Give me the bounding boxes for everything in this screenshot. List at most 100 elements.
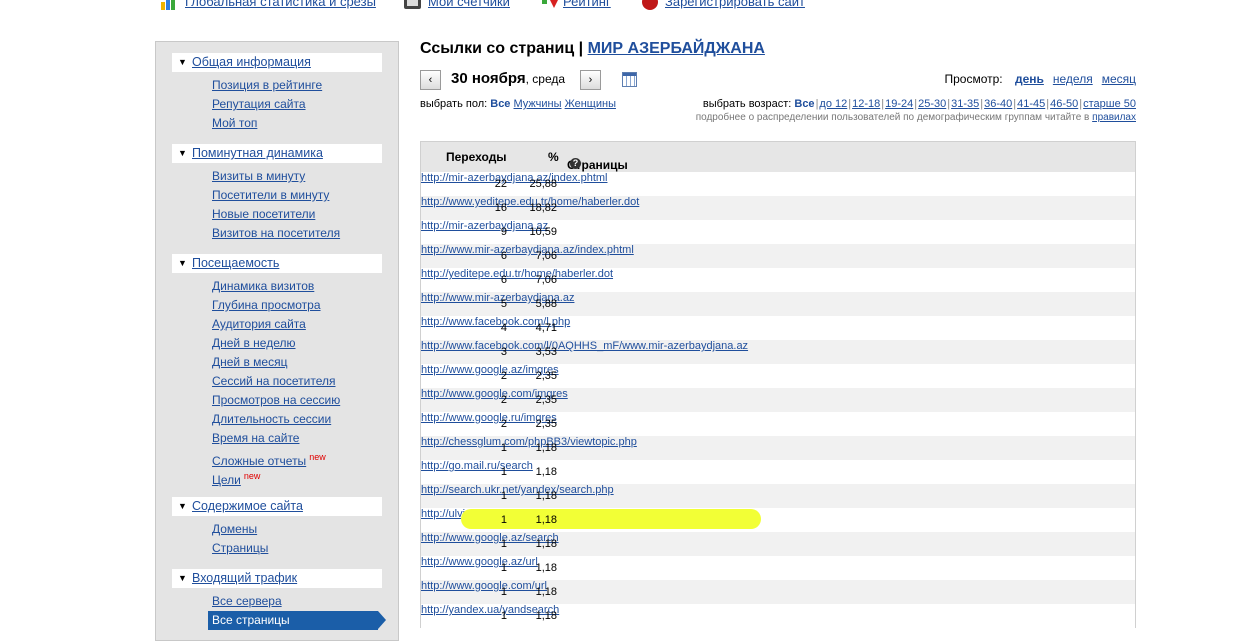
gender-option[interactable]: Все [490,98,510,110]
page-url-link[interactable]: http://search.ukr.net/yandex/search.php [421,484,614,496]
page-url-link[interactable]: http://chessglum.com/phpBB3/viewtopic.ph… [421,436,637,448]
sidebar-item-label[interactable]: Новые посетители [212,207,315,221]
visits-cell: 1 [500,466,507,478]
header-percent[interactable]: % [548,150,559,164]
sidebar-item-label[interactable]: Все страницы [212,613,290,627]
next-day-button[interactable]: › [580,70,601,90]
sidebar-item[interactable]: Репутация сайта [212,95,382,114]
sidebar-item[interactable]: Цели new [212,467,382,487]
nav-rating[interactable]: Рейтинг [563,0,611,9]
page-url-link[interactable]: http://go.mail.ru/search [421,460,533,472]
calendar-icon[interactable] [622,72,637,87]
sidebar-item-label[interactable]: Позиция в рейтинге [212,78,322,92]
sidebar-item-label[interactable]: Визитов на посетителя [212,226,340,240]
sidebar-item[interactable]: Мой топ [212,114,382,133]
sidebar-item-label[interactable]: Дней в месяц [212,355,287,369]
page-url-link[interactable]: http://yeditepe.edu.tr/home/haberler.dot [421,268,613,280]
sidebar-section-header[interactable]: ▼ Посещаемость [172,254,382,273]
sidebar-section-header[interactable]: ▼ Поминутная динамика [172,144,382,163]
sidebar-item-label[interactable]: Посетители в минуту [212,188,329,202]
sidebar-item[interactable]: Глубина просмотра [212,296,382,315]
table-row: 6 7,06 http://yeditepe.edu.tr/home/haberle… [421,268,1135,292]
sidebar-item-label[interactable]: Аудитория сайта [212,317,306,331]
gender-option[interactable]: Мужчины [514,98,562,110]
sidebar-item-label[interactable]: Сессий на посетителя [212,374,336,388]
age-option[interactable]: Все [794,98,814,110]
sidebar-item-label[interactable]: Длительность сессии [212,412,331,426]
sidebar-item[interactable]: Дней в неделю [212,334,382,353]
sidebar-item-label[interactable]: Мой топ [212,116,257,130]
sidebar-item-label[interactable]: Просмотров на сессию [212,393,340,407]
view-option[interactable]: неделя [1053,72,1093,86]
sidebar-section-title[interactable]: Входящий трафик [192,569,297,588]
age-option[interactable]: 31-35 [951,98,979,110]
table-row: 1 1,18 http://search.ukr.net/yandex/search… [421,484,1135,508]
sidebar-item-label[interactable]: Страницы [212,541,268,555]
sidebar-section-title[interactable]: Содержимое сайта [192,497,303,516]
sidebar-item-label[interactable]: Визиты в минуту [212,169,305,183]
sidebar-item[interactable]: Дней в месяц [212,353,382,372]
sidebar-item-label[interactable]: Цели [212,473,241,487]
nav-register-site[interactable]: Зарегистрировать сайт [665,0,805,9]
sidebar-item[interactable]: Визитов на посетителя [212,224,382,243]
gender-option[interactable]: Женщины [565,98,616,110]
page-url-link[interactable]: http://www.google.com/url [421,580,547,592]
sidebar-item[interactable]: Страницы [212,539,382,558]
age-option[interactable]: 19-24 [885,98,913,110]
sidebar-item-label[interactable]: Глубина просмотра [212,298,321,312]
rules-link[interactable]: правилах [1092,112,1136,123]
sidebar-item[interactable]: Все сервера [212,592,382,611]
sidebar-item[interactable]: Визиты в минуту [212,167,382,186]
sidebar-section-title[interactable]: Поминутная динамика [192,144,323,163]
nav-my-counters[interactable]: Мои счетчики [428,0,510,9]
age-option[interactable]: 46-50 [1050,98,1078,110]
sidebar-item[interactable]: Время на сайте [212,429,382,448]
sidebar-section-header[interactable]: ▼ Входящий трафик [172,569,382,588]
help-icon[interactable]: ? [570,158,581,169]
page-url-link[interactable]: http://www.facebook.com/l/0AQHHS_mF/www.… [421,340,748,352]
sidebar-item-label[interactable]: Домены [212,522,257,536]
sidebar-item[interactable]: Домены [212,520,382,539]
age-option[interactable]: до 12 [819,98,847,110]
sidebar-item-label[interactable]: Все сервера [212,594,282,608]
age-option[interactable]: 25-30 [918,98,946,110]
sidebar-item-label[interactable]: Сложные отчеты [212,454,306,468]
sidebar-item[interactable]: Сессий на посетителя [212,372,382,391]
percent-cell: 2,35 [535,370,557,382]
sidebar-item[interactable]: Сложные отчеты new [212,448,382,468]
visits-cell: 5 [500,298,507,310]
sidebar-item[interactable]: Посетители в минуту [212,186,382,205]
sidebar-item-label[interactable]: Время на сайте [212,431,299,445]
sidebar-item-label[interactable]: Дней в неделю [212,336,296,350]
age-option[interactable]: 41-45 [1017,98,1045,110]
view-option[interactable]: месяц [1102,72,1136,86]
view-switcher: Просмотр: день неделя месяц [944,72,1136,86]
sidebar-item[interactable]: Позиция в рейтинге [212,76,382,95]
view-option[interactable]: день [1015,72,1044,86]
sidebar-item[interactable]: Все страницы [208,611,386,630]
sidebar-item[interactable]: Динамика визитов [212,277,382,296]
page-url-link[interactable]: http://mir-azerbaydjana.az/index.phtml [421,172,607,184]
sidebar-item[interactable]: Аудитория сайта [212,315,382,334]
sidebar-section-title[interactable]: Посещаемость [192,254,279,273]
sidebar-item-label[interactable]: Динамика визитов [212,279,314,293]
view-label: Просмотр: [944,72,1003,86]
sidebar-item[interactable]: Длительность сессии [212,410,382,429]
prev-day-button[interactable]: ‹ [420,70,441,90]
sidebar-section-header[interactable]: ▼ Общая информация [172,53,382,72]
site-name-link[interactable]: МИР АЗЕРБАЙДЖАНА [588,40,765,57]
header-visits[interactable]: Переходы [446,150,507,164]
sidebar-item-label[interactable]: Репутация сайта [212,97,306,111]
age-option[interactable]: 36-40 [984,98,1012,110]
page-url-link[interactable]: http://www.mir-azerbaydjana.az/index.pht… [421,244,634,256]
age-option[interactable]: старше 50 [1083,98,1136,110]
age-option[interactable]: 12-18 [852,98,880,110]
nav-global-stats[interactable]: Глобальная статистика и срезы [185,0,376,9]
sidebar-section-title[interactable]: Общая информация [192,53,311,72]
sidebar-section-header[interactable]: ▼ Содержимое сайта [172,497,382,516]
page-url-link[interactable]: http://www.google.az/url [421,556,538,568]
triangle-down-icon: ▼ [178,148,187,158]
sidebar-item[interactable]: Новые посетители [212,205,382,224]
table-body: 22 25,88 http://mir-azerbaydjana.az/index.… [421,172,1135,628]
sidebar-item[interactable]: Просмотров на сессию [212,391,382,410]
